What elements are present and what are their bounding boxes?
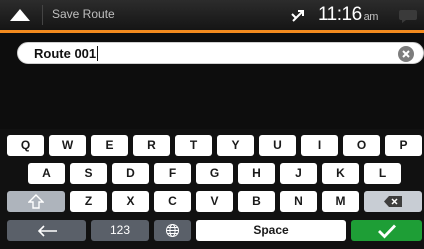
key-y[interactable]: Y [217, 135, 254, 156]
key-a[interactable]: A [28, 163, 65, 184]
key-c[interactable]: C [154, 191, 191, 212]
message-icon[interactable] [398, 8, 418, 24]
key-m[interactable]: M [322, 191, 359, 212]
key-z[interactable]: Z [70, 191, 107, 212]
key-f[interactable]: F [154, 163, 191, 184]
text-caret [97, 46, 99, 61]
numbers-key[interactable]: 123 [91, 220, 149, 241]
key-w[interactable]: W [49, 135, 86, 156]
key-l[interactable]: L [364, 163, 401, 184]
key-r[interactable]: R [133, 135, 170, 156]
globe-icon [166, 224, 179, 237]
page-title: Save Route [52, 7, 115, 21]
route-name-input[interactable]: Route 001 [17, 42, 424, 64]
key-g[interactable]: G [196, 163, 233, 184]
clock-ampm: am [363, 11, 379, 23]
key-t[interactable]: T [175, 135, 212, 156]
key-j[interactable]: J [280, 163, 317, 184]
key-u[interactable]: U [259, 135, 296, 156]
clock: 11:16 am [318, 4, 378, 26]
key-b[interactable]: B [238, 191, 275, 212]
backspace-icon [384, 196, 402, 207]
key-s[interactable]: S [70, 163, 107, 184]
back-arrow-icon [37, 225, 57, 237]
key-k[interactable]: K [322, 163, 359, 184]
on-screen-keyboard: Q W E R T Y U I O P A S D F G H J K L Z … [0, 129, 424, 249]
checkmark-icon [378, 224, 397, 239]
language-key[interactable] [154, 220, 191, 241]
key-v[interactable]: V [196, 191, 233, 212]
key-i[interactable]: I [301, 135, 338, 156]
key-n[interactable]: N [280, 191, 317, 212]
key-o[interactable]: O [343, 135, 380, 156]
confirm-key[interactable] [351, 220, 422, 241]
back-arrow-icon[interactable] [8, 7, 32, 23]
gps-signal-icon [291, 10, 304, 22]
route-name-value[interactable]: Route 001 [34, 46, 99, 61]
backspace-key[interactable] [364, 191, 422, 212]
key-h[interactable]: H [238, 163, 275, 184]
title-bar: Save Route 11:16 am [0, 0, 424, 30]
key-p[interactable]: P [385, 135, 422, 156]
title-separator [42, 5, 43, 25]
back-key[interactable] [7, 220, 86, 241]
space-key[interactable]: Space [196, 220, 346, 241]
clock-time: 11:16 [318, 4, 362, 25]
shift-key[interactable] [7, 191, 65, 212]
header-accent-line [0, 30, 424, 33]
key-q[interactable]: Q [7, 135, 44, 156]
clear-icon[interactable] [398, 46, 414, 62]
key-x[interactable]: X [112, 191, 149, 212]
key-e[interactable]: E [91, 135, 128, 156]
shift-icon [28, 194, 44, 209]
key-d[interactable]: D [112, 163, 149, 184]
